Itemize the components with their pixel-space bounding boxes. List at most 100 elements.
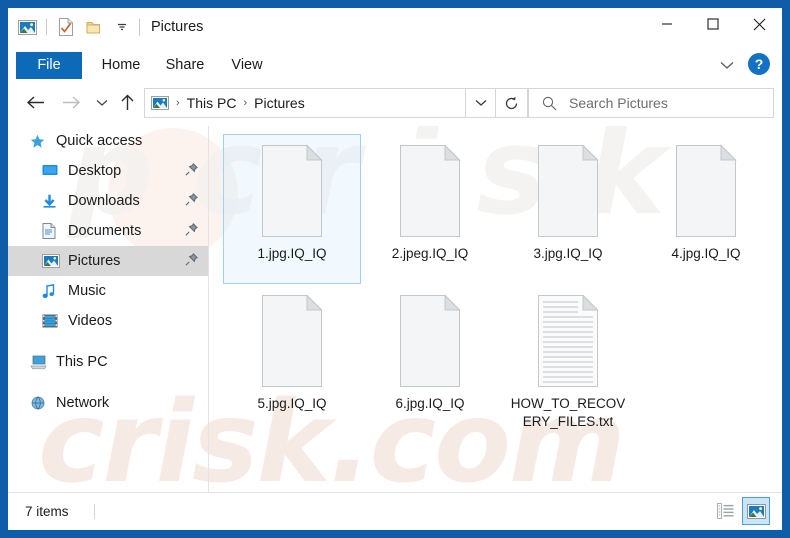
file-item[interactable]: 1.jpg.IQ_IQ xyxy=(223,134,361,284)
text-file-icon xyxy=(528,293,608,389)
search-icon xyxy=(529,96,569,111)
item-count-label: 7 items xyxy=(25,493,69,530)
tab-file[interactable]: File xyxy=(16,52,82,79)
recent-locations-chevron-icon[interactable] xyxy=(88,89,115,116)
breadcrumb-separator-2: › xyxy=(238,97,252,109)
search-input[interactable]: Search Pictures xyxy=(528,88,774,118)
navigation-pane: Quick access Desktop Downloads xyxy=(8,126,208,493)
back-button[interactable] xyxy=(22,89,49,116)
status-separator xyxy=(94,504,95,519)
sidebar-label-documents: Documents xyxy=(64,223,141,239)
file-name: 3.jpg.IQ_IQ xyxy=(509,245,627,263)
sidebar-item-desktop[interactable]: Desktop xyxy=(8,156,208,186)
file-name: 5.jpg.IQ_IQ xyxy=(233,395,351,413)
sidebar-label-quick-access: Quick access xyxy=(52,133,142,149)
window-controls xyxy=(644,8,782,40)
tab-view[interactable]: View xyxy=(220,52,274,79)
sidebar-item-quick-access[interactable]: Quick access xyxy=(8,126,208,156)
forward-button[interactable] xyxy=(58,89,85,116)
sidebar-item-network[interactable]: Network xyxy=(8,388,208,418)
view-buttons xyxy=(711,497,770,525)
details-view-button[interactable] xyxy=(711,497,739,525)
qat-separator-1 xyxy=(46,19,47,35)
network-icon xyxy=(30,396,52,411)
file-name: 1.jpg.IQ_IQ xyxy=(233,245,351,263)
pictures-folder-icon[interactable] xyxy=(14,14,40,40)
file-item[interactable]: 3.jpg.IQ_IQ xyxy=(499,134,637,284)
pictures-icon xyxy=(42,254,64,268)
refresh-icon[interactable] xyxy=(496,88,528,118)
customize-qat-chevron-icon[interactable] xyxy=(109,14,135,40)
status-bar: 7 items xyxy=(8,492,782,530)
breadcrumb-pictures[interactable]: Pictures xyxy=(252,95,307,111)
window-title: Pictures xyxy=(151,8,203,46)
ribbon-tabs: File Home Share View ? xyxy=(8,46,782,80)
this-pc-icon xyxy=(30,355,52,370)
file-item[interactable]: HOW_TO_RECOVERY_FILES.txt xyxy=(499,284,637,434)
file-item[interactable]: 5.jpg.IQ_IQ xyxy=(223,284,361,434)
breadcrumb-pictures-icon xyxy=(151,96,169,110)
sidebar-gap-1 xyxy=(8,336,208,347)
blank-file-icon xyxy=(390,143,470,239)
sidebar-item-this-pc[interactable]: This PC xyxy=(8,347,208,377)
title-divider xyxy=(139,19,140,36)
pin-icon[interactable] xyxy=(185,253,198,270)
breadcrumb-this-pc[interactable]: This PC xyxy=(185,95,239,111)
file-list: 1.jpg.IQ_IQ 2.jpeg.IQ_IQ xyxy=(209,126,782,493)
explorer-window: p c r i s k crisk.com xyxy=(8,8,782,530)
expand-ribbon-chevron-icon[interactable] xyxy=(716,54,738,76)
file-name: HOW_TO_RECOVERY_FILES.txt xyxy=(509,395,627,431)
star-icon xyxy=(30,134,52,149)
sidebar-item-music[interactable]: Music xyxy=(8,276,208,306)
file-row-2: 5.jpg.IQ_IQ 6.jpg.IQ_IQ xyxy=(223,284,782,434)
tab-home[interactable]: Home xyxy=(92,52,150,79)
new-folder-icon[interactable] xyxy=(81,14,107,40)
videos-icon xyxy=(42,314,64,328)
desktop-icon xyxy=(42,164,64,178)
large-icons-view-button[interactable] xyxy=(742,497,770,525)
downloads-icon xyxy=(42,194,64,209)
sidebar-item-videos[interactable]: Videos xyxy=(8,306,208,336)
search-placeholder: Search Pictures xyxy=(569,95,668,111)
up-button[interactable] xyxy=(114,89,141,116)
quick-access-toolbar xyxy=(14,8,135,46)
sidebar-label-downloads: Downloads xyxy=(64,193,140,209)
help-button[interactable]: ? xyxy=(748,53,770,75)
pin-icon[interactable] xyxy=(185,163,198,180)
file-item[interactable]: 6.jpg.IQ_IQ xyxy=(361,284,499,434)
sidebar-label-network: Network xyxy=(52,395,109,411)
sidebar-label-pictures: Pictures xyxy=(64,253,120,269)
maximize-button[interactable] xyxy=(690,8,736,40)
file-item[interactable]: 4.jpg.IQ_IQ xyxy=(637,134,775,284)
sidebar-item-pictures[interactable]: Pictures xyxy=(8,246,208,276)
sidebar-label-music: Music xyxy=(64,283,106,299)
pin-icon[interactable] xyxy=(185,223,198,240)
blank-file-icon xyxy=(390,293,470,389)
address-dropdown-chevron-icon[interactable] xyxy=(466,88,496,118)
sidebar-label-videos: Videos xyxy=(64,313,112,329)
file-item[interactable]: 2.jpeg.IQ_IQ xyxy=(361,134,499,284)
minimize-button[interactable] xyxy=(644,8,690,40)
blank-file-icon xyxy=(666,143,746,239)
pin-icon[interactable] xyxy=(185,193,198,210)
sidebar-label-desktop: Desktop xyxy=(64,163,121,179)
blank-file-icon xyxy=(252,143,332,239)
sidebar-item-documents[interactable]: Documents xyxy=(8,216,208,246)
address-bar: › This PC › Pictures xyxy=(8,79,782,126)
breadcrumb[interactable]: › This PC › Pictures xyxy=(144,88,466,118)
breadcrumb-separator-1: › xyxy=(171,97,185,109)
file-name: 4.jpg.IQ_IQ xyxy=(647,245,765,263)
properties-icon[interactable] xyxy=(53,14,79,40)
sidebar-label-this-pc: This PC xyxy=(52,354,108,370)
blank-file-icon xyxy=(252,293,332,389)
sidebar-gap-2 xyxy=(8,377,208,388)
sidebar-item-downloads[interactable]: Downloads xyxy=(8,186,208,216)
blank-file-icon xyxy=(528,143,608,239)
documents-icon xyxy=(42,223,64,239)
file-name: 6.jpg.IQ_IQ xyxy=(371,395,489,413)
music-icon xyxy=(42,284,64,299)
window-frame: p c r i s k crisk.com xyxy=(0,0,790,538)
close-button[interactable] xyxy=(736,8,782,40)
tab-share[interactable]: Share xyxy=(156,52,214,79)
file-name: 2.jpeg.IQ_IQ xyxy=(371,245,489,263)
